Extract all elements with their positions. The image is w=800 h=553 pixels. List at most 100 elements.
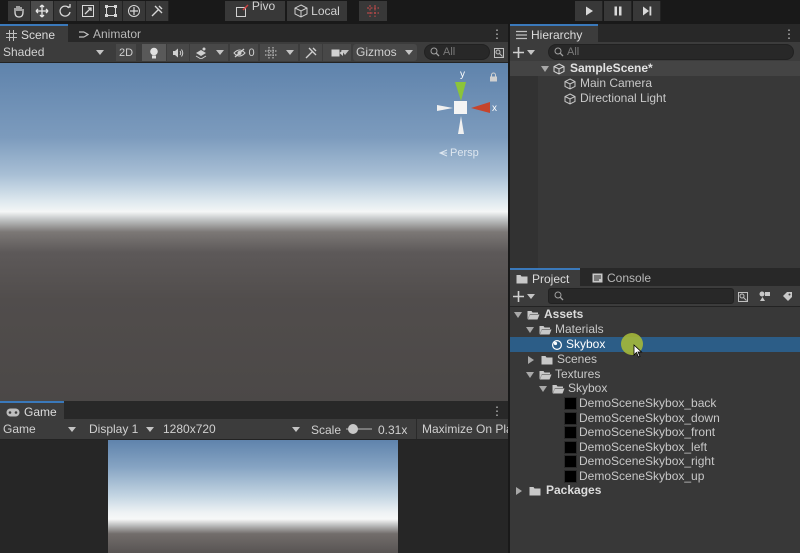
scene-tab-strip: Scene Animator ⋮	[0, 24, 508, 44]
scene-row[interactable]: SampleScene*	[510, 61, 800, 76]
project-create-button[interactable]	[513, 288, 539, 305]
foldout-open-icon[interactable]	[526, 371, 534, 378]
display-dropdown[interactable]: Display 1	[86, 421, 158, 438]
tools-toggle[interactable]	[300, 44, 322, 61]
chevron-down-icon	[292, 427, 300, 432]
lock-icon[interactable]	[489, 72, 498, 82]
rect-icon[interactable]	[100, 1, 123, 21]
folder-row-skybox[interactable]: Skybox	[510, 381, 800, 396]
game-view-type-dropdown[interactable]: Game	[0, 421, 80, 438]
effects-icon	[195, 47, 207, 59]
project-search-pick-button[interactable]	[736, 288, 750, 305]
project-search-input[interactable]	[548, 288, 734, 304]
foldout-open-icon[interactable]	[539, 385, 547, 392]
maximize-on-play-toggle[interactable]: Maximize On Pla	[416, 419, 508, 439]
gizmo-y-cone[interactable]	[455, 82, 466, 101]
filter-by-type-button[interactable]	[756, 288, 774, 305]
texture-row[interactable]: DemoSceneSkybox_down	[510, 411, 800, 426]
folder-open-icon	[539, 325, 552, 334]
grid-dropdown[interactable]	[282, 44, 298, 61]
effects-toggle[interactable]	[190, 44, 212, 61]
scene-search-pick-button[interactable]	[492, 44, 506, 61]
rotate-icon[interactable]	[54, 1, 77, 21]
gizmos-dropdown[interactable]: Gizmos	[353, 44, 417, 61]
play-icon[interactable]	[575, 1, 603, 21]
scene-search-input[interactable]: All	[424, 44, 490, 60]
effects-dropdown[interactable]	[212, 44, 228, 61]
pivot-toggle-button[interactable]: Pivo	[225, 0, 285, 21]
lighting-toggle[interactable]	[142, 44, 166, 61]
folder-row-scenes[interactable]: Scenes	[510, 352, 800, 367]
tab-animator[interactable]: Animator	[72, 24, 152, 44]
scale-slider-thumb[interactable]	[347, 424, 358, 434]
folder-row-assets[interactable]: Assets	[510, 307, 800, 322]
hidden-objects-toggle[interactable]: 0	[230, 44, 258, 61]
tab-hierarchy[interactable]: Hierarchy	[510, 24, 598, 44]
game-more-menu-icon[interactable]: ⋮	[491, 404, 503, 418]
shading-mode-dropdown[interactable]: Shaded	[0, 44, 108, 61]
scene-viewport[interactable]: y x Persp	[0, 63, 508, 401]
texture-row[interactable]: DemoSceneSkybox_up	[510, 469, 800, 484]
hierarchy-search-input[interactable]: All	[548, 44, 794, 60]
chevron-down-icon	[216, 50, 224, 55]
texture-row[interactable]: DemoSceneSkybox_left	[510, 440, 800, 455]
chevron-down-icon	[96, 50, 104, 55]
scene-name: SampleScene*	[570, 61, 653, 75]
custom-tool-icon[interactable]	[146, 1, 169, 21]
texture-row[interactable]: DemoSceneSkybox_back	[510, 396, 800, 411]
game-render-image[interactable]	[108, 440, 398, 553]
persp-icon	[438, 149, 448, 157]
gizmo-neg-x-cone[interactable]	[437, 105, 453, 111]
hierarchy-more-menu-icon[interactable]: ⋮	[783, 27, 795, 41]
mode-2d-label: 2D	[118, 46, 134, 59]
audio-toggle[interactable]	[167, 44, 189, 61]
foldout-closed-icon[interactable]	[528, 355, 534, 364]
chevron-down-icon	[146, 427, 154, 432]
gizmo-neg-y-cone[interactable]	[458, 116, 464, 134]
transform-icon[interactable]	[123, 1, 146, 21]
foldout-closed-icon[interactable]	[516, 486, 522, 495]
packages-label: Packages	[546, 483, 602, 497]
filter-by-label-button[interactable]	[778, 288, 796, 305]
tab-console[interactable]: Console	[586, 268, 666, 288]
scene-toolbar: Shaded 2D 0 Gizmos All	[0, 42, 508, 63]
foldout-open-icon[interactable]	[514, 311, 522, 318]
folder-row-packages[interactable]: Packages	[510, 483, 800, 498]
scale-icon[interactable]	[77, 1, 100, 21]
chevron-down-icon	[68, 427, 76, 432]
mode-2d-toggle[interactable]: 2D	[116, 44, 136, 61]
move-icon[interactable]	[31, 1, 54, 21]
pause-icon[interactable]	[604, 1, 632, 21]
search-icon	[430, 47, 440, 57]
asset-row-skybox-material[interactable]: Skybox	[510, 337, 800, 352]
folder-row-textures[interactable]: Textures	[510, 367, 800, 382]
perspective-toggle[interactable]: Persp	[438, 147, 479, 159]
gizmo-center-cube[interactable]	[454, 101, 467, 114]
hidden-count: 0	[248, 46, 255, 59]
hierarchy-create-button[interactable]	[513, 44, 539, 61]
tab-project[interactable]: Project	[510, 268, 580, 288]
camera-dropdown[interactable]	[323, 44, 351, 61]
scene-more-menu-icon[interactable]: ⋮	[491, 27, 503, 41]
scale-slider[interactable]	[346, 423, 372, 435]
texture-thumbnail-icon	[564, 397, 577, 410]
hand-icon[interactable]	[8, 1, 31, 21]
grid-snap-button[interactable]	[359, 1, 387, 21]
pivot-icon	[235, 4, 249, 17]
skybox-material-label: Skybox	[566, 337, 606, 351]
resolution-dropdown[interactable]: 1280x720	[160, 421, 304, 438]
foldout-open-icon[interactable]	[541, 65, 549, 72]
tab-game[interactable]: Game	[0, 401, 64, 421]
folder-row-materials[interactable]: Materials	[510, 322, 800, 337]
tab-scene[interactable]: Scene	[0, 24, 68, 44]
skybox-folder-label: Skybox	[568, 381, 608, 395]
foldout-open-icon[interactable]	[526, 326, 534, 333]
hierarchy-item-main-camera[interactable]: Main Camera	[510, 76, 800, 91]
texture-row[interactable]: DemoSceneSkybox_front	[510, 425, 800, 440]
step-icon[interactable]	[633, 1, 661, 21]
hierarchy-item-directional-light[interactable]: Directional Light	[510, 91, 800, 106]
local-toggle-button[interactable]: Local	[287, 1, 347, 21]
texture-row[interactable]: DemoSceneSkybox_right	[510, 454, 800, 469]
gizmo-x-cone[interactable]	[471, 102, 490, 113]
grid-toggle[interactable]	[260, 44, 282, 61]
